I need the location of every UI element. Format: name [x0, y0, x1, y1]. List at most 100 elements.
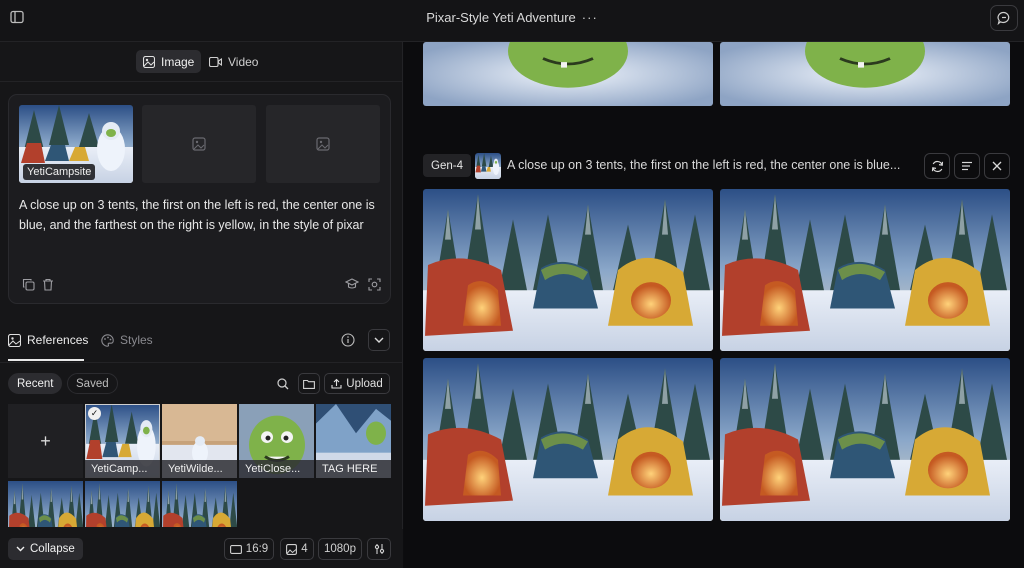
checkmark-icon: ✓ — [88, 407, 101, 420]
resolution-button[interactable]: 1080p — [318, 538, 362, 560]
image-count-label: 4 — [301, 543, 308, 555]
tents-thumbnail — [8, 481, 83, 527]
plus-icon: + — [40, 430, 51, 451]
generation-header: Gen-4 A close up on 3 tents, the first o… — [423, 153, 1010, 179]
reference-tile[interactable]: YetiWilde... — [162, 404, 237, 478]
reference-tile-label: TAG HERE — [316, 460, 391, 478]
aspect-ratio-label: 16:9 — [245, 543, 269, 555]
generated-image[interactable] — [720, 358, 1010, 521]
reference-tile[interactable] — [85, 481, 160, 527]
reference-tile[interactable]: YetiClose... — [239, 404, 314, 478]
left-panel: Image Video YetiCampsite A close up on 3… — [0, 42, 403, 568]
tab-references[interactable]: References — [8, 333, 88, 347]
sliders-icon — [374, 544, 384, 554]
image-count-icon — [286, 543, 298, 555]
tab-image-label: Image — [161, 54, 195, 69]
image-icon — [143, 55, 155, 68]
generated-image[interactable] — [423, 358, 713, 521]
close-icon — [992, 161, 1002, 171]
add-image-icon — [316, 137, 330, 151]
prompt-input[interactable]: A close up on 3 tents, the first on the … — [19, 195, 384, 235]
generation-feed: Gen-4 A close up on 3 tents, the first o… — [404, 42, 1024, 568]
active-tab-indicator — [8, 359, 84, 361]
generated-image[interactable] — [720, 189, 1010, 351]
reference-tile-label: YetiWilde... — [162, 460, 237, 478]
folder-button[interactable] — [298, 373, 320, 394]
tents-image — [720, 189, 1010, 351]
project-title-text: Pixar-Style Yeti Adventure — [426, 10, 576, 25]
filter-saved[interactable]: Saved — [67, 373, 118, 394]
trash-icon[interactable] — [41, 277, 55, 291]
reference-tile[interactable] — [162, 481, 237, 527]
reference-slot-2[interactable] — [142, 105, 256, 183]
collapse-label: Collapse — [30, 543, 75, 555]
yeti-closeup-image — [720, 42, 1010, 106]
collapse-button[interactable]: Collapse — [8, 538, 83, 560]
reference-slot-3[interactable] — [266, 105, 380, 183]
project-title[interactable]: Pixar-Style Yeti Adventure ··· — [0, 10, 1024, 25]
info-icon[interactable] — [341, 333, 355, 347]
copy-icon[interactable] — [21, 277, 35, 291]
yeti-campsite-thumbnail — [475, 153, 501, 179]
lines-icon — [962, 161, 972, 171]
tents-image — [720, 358, 1010, 521]
resolution-label: 1080p — [324, 543, 356, 555]
add-reference-tile[interactable]: + — [8, 404, 83, 478]
graduation-cap-icon[interactable] — [345, 277, 359, 291]
generated-image[interactable] — [720, 42, 1010, 106]
expand-dropdown-button[interactable] — [368, 329, 390, 351]
settings-button[interactable] — [367, 538, 391, 560]
search-icon[interactable] — [273, 373, 293, 394]
reference-tile[interactable] — [8, 481, 83, 527]
bottom-bar: Collapse 16:9 4 1080p — [0, 529, 403, 568]
generation-reference-thumbnail[interactable] — [475, 153, 501, 179]
generated-image[interactable] — [423, 42, 713, 106]
focus-scan-icon[interactable] — [367, 277, 381, 291]
tab-styles[interactable]: Styles — [101, 333, 153, 347]
tents-thumbnail — [85, 481, 160, 527]
reference-tile-label: YetiCamp... — [85, 460, 160, 478]
regenerate-button[interactable] — [924, 153, 950, 179]
model-badge: Gen-4 — [423, 154, 471, 177]
chat-icon — [997, 11, 1010, 25]
tab-video[interactable]: Video — [202, 50, 265, 73]
reference-slot-1[interactable]: YetiCampsite — [19, 105, 133, 183]
reference-tile[interactable]: TAG HERE — [316, 404, 391, 478]
reference-slot-tag: YetiCampsite — [23, 164, 96, 180]
upload-label: Upload — [346, 377, 383, 390]
aspect-ratio-icon — [229, 544, 242, 554]
upload-icon — [331, 378, 342, 389]
chat-button[interactable] — [990, 5, 1018, 31]
add-image-icon — [192, 137, 206, 151]
generation-prompt[interactable]: A close up on 3 tents, the first on the … — [507, 158, 919, 172]
references-icon — [8, 333, 21, 347]
tents-image — [423, 358, 713, 521]
yeti-closeup-image — [423, 42, 713, 106]
reference-tile[interactable]: ✓ YetiCamp... — [85, 404, 160, 478]
app-window: Pixar-Style Yeti Adventure ··· Image Vide… — [0, 0, 1024, 568]
mode-tabs: Image Video — [0, 42, 403, 82]
tents-image — [423, 189, 713, 351]
top-bar: Pixar-Style Yeti Adventure ··· — [0, 0, 1024, 42]
reference-tile-label: YetiClose... — [239, 460, 314, 478]
tab-references-label: References — [27, 333, 89, 347]
image-count-button[interactable]: 4 — [280, 538, 314, 560]
folder-icon — [303, 379, 315, 389]
tab-image[interactable]: Image — [136, 50, 202, 73]
prompt-card: YetiCampsite A close up on 3 tents, the … — [8, 94, 391, 304]
tab-styles-label: Styles — [120, 333, 153, 347]
video-icon — [209, 56, 222, 67]
aspect-ratio-button[interactable]: 16:9 — [224, 538, 274, 560]
tents-thumbnail — [162, 481, 237, 527]
refresh-icon — [931, 160, 943, 172]
palette-icon — [101, 333, 114, 347]
tab-video-label: Video — [228, 54, 259, 69]
chevron-down-icon — [16, 546, 25, 552]
filter-recent[interactable]: Recent — [8, 373, 63, 394]
upload-button[interactable]: Upload — [324, 373, 390, 394]
close-button[interactable] — [984, 153, 1010, 179]
generated-image[interactable] — [423, 189, 713, 351]
chevron-down-icon — [374, 337, 384, 343]
more-options-icon[interactable]: ··· — [582, 10, 598, 25]
prompt-details-button[interactable] — [954, 153, 980, 179]
